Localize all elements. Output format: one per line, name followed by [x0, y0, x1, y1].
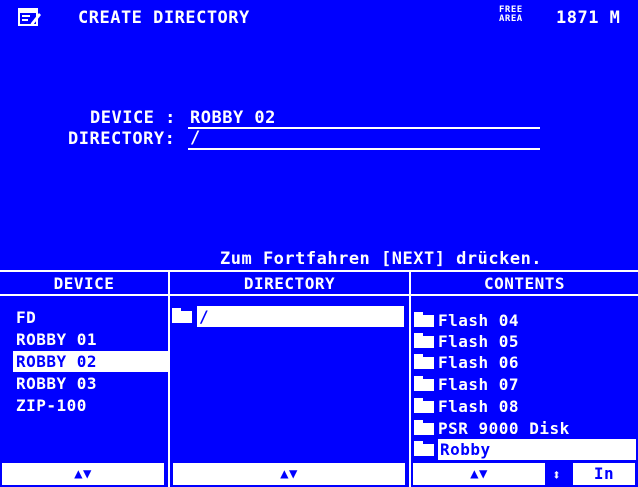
directory-list-item[interactable]: /: [197, 306, 404, 327]
column-header-device: DEVICE: [53, 274, 115, 293]
directory-name-input[interactable]: /: [190, 128, 201, 148]
folder-icon: [414, 332, 434, 348]
content-item[interactable]: Flash 07: [414, 374, 519, 395]
directory-scroll-button[interactable]: ▲▼: [173, 463, 405, 485]
folder-icon: [414, 397, 434, 413]
create-directory-screen: CREATE DIRECTORY FREE AREA 1871 M DEVICE…: [0, 0, 638, 487]
folder-icon: [414, 311, 434, 327]
hint-text: Zum Fortfahren [NEXT] drücken.: [220, 249, 543, 269]
folder-icon: [414, 440, 434, 456]
directory-field-underline: [188, 148, 540, 150]
content-item[interactable]: Flash 04: [414, 310, 519, 331]
device-field-label: DEVICE :: [90, 108, 176, 128]
device-item-robby-03[interactable]: ROBBY 03: [16, 373, 156, 394]
device-field-underline: [188, 127, 540, 129]
divider: [168, 270, 170, 487]
content-item[interactable]: Flash 05: [414, 331, 519, 352]
directory-field-label: DIRECTORY:: [68, 129, 176, 149]
content-item[interactable]: Flash 08: [414, 396, 519, 417]
folder-icon: [172, 308, 192, 323]
folder-icon: [414, 375, 434, 391]
page-title: CREATE DIRECTORY: [78, 8, 250, 28]
device-item-zip-100[interactable]: ZIP-100: [16, 395, 156, 416]
device-item-robby-02[interactable]: ROBBY 02: [13, 351, 168, 372]
device-item-robby-01[interactable]: ROBBY 01: [16, 329, 156, 350]
folder-icon: [414, 419, 434, 435]
content-item-selected[interactable]: Robby: [414, 439, 638, 460]
column-header-contents: CONTENTS: [483, 274, 566, 293]
sort-arrows-icon[interactable]: ⬍: [552, 466, 562, 484]
column-header-directory: DIRECTORY: [243, 274, 336, 293]
divider: [0, 294, 638, 296]
folder-icon: [414, 353, 434, 369]
device-item-fd[interactable]: FD: [16, 307, 156, 328]
in-button[interactable]: In: [573, 463, 635, 485]
divider: [409, 270, 411, 487]
content-item[interactable]: PSR 9000 Disk: [414, 418, 570, 439]
divider: [0, 270, 638, 272]
device-scroll-button[interactable]: ▲▼: [2, 463, 164, 485]
free-memory-value: 1871 M: [556, 8, 621, 28]
contents-scroll-button[interactable]: ▲▼: [413, 463, 545, 485]
device-field-value: ROBBY 02: [190, 108, 276, 128]
edit-window-icon: [18, 8, 41, 26]
free-area-label: FREE AREA: [499, 5, 523, 24]
content-item[interactable]: Flash 06: [414, 352, 519, 373]
